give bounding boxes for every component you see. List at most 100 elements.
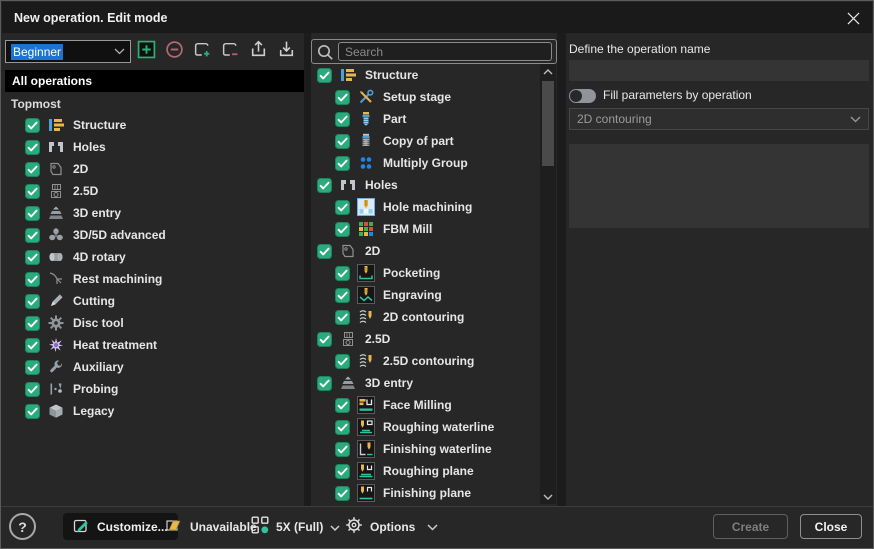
category-item-2d[interactable]: 2D [5, 158, 303, 180]
checkbox[interactable] [25, 316, 40, 331]
op-2d-icon [47, 160, 65, 178]
tree-item-fbm-mill[interactable]: FBM Mill [311, 218, 540, 240]
checkbox[interactable] [335, 112, 350, 127]
checkbox[interactable] [25, 404, 40, 419]
tree-item-3d-entry[interactable]: 3D entry [311, 372, 540, 394]
operation-name-input[interactable] [569, 60, 869, 81]
checkbox[interactable] [25, 338, 40, 353]
more-dropdown[interactable] [427, 513, 438, 540]
remove-operation-button[interactable] [163, 41, 185, 63]
checkbox[interactable] [25, 382, 40, 397]
skill-level-select[interactable]: Beginner [5, 40, 131, 63]
category-item-3d-5d-advanced[interactable]: 3D/5D advanced [5, 224, 303, 246]
category-item-auxiliary[interactable]: Auxiliary [5, 356, 303, 378]
checkbox[interactable] [317, 178, 332, 193]
legacy-icon [47, 402, 65, 420]
tree-item-multiply-group[interactable]: Multiply Group [311, 152, 540, 174]
part-icon [357, 110, 375, 128]
category-item-rest-machining[interactable]: Rest machining [5, 268, 303, 290]
operation-template-select[interactable]: 2D contouring [569, 108, 869, 130]
checkbox[interactable] [25, 140, 40, 155]
hole-machining-box [357, 198, 375, 216]
view-mode-button[interactable]: 5X (Full) [251, 513, 340, 540]
tree-item-finishing-waterline[interactable]: Finishing waterline [311, 438, 540, 460]
category-item-probing[interactable]: Probing [5, 378, 303, 400]
checkbox[interactable] [317, 68, 332, 83]
tree-item-part[interactable]: Part [311, 108, 540, 130]
search-input[interactable] [338, 42, 552, 61]
category-item-structure[interactable]: Structure [5, 114, 303, 136]
category-item-legacy[interactable]: Legacy [5, 400, 303, 422]
checkbox[interactable] [335, 134, 350, 149]
tree-item-2d[interactable]: 2D [311, 240, 540, 262]
tree-item-structure[interactable]: Structure [311, 64, 540, 86]
checkbox[interactable] [25, 272, 40, 287]
checkbox[interactable] [25, 360, 40, 375]
checkbox[interactable] [335, 442, 350, 457]
tree-item-finishing-plane[interactable]: Finishing plane [311, 482, 540, 504]
checkbox[interactable] [25, 206, 40, 221]
category-item-2-5d[interactable]: 2.5D [5, 180, 303, 202]
help-button[interactable]: ? [9, 513, 36, 540]
tree-item-engraving[interactable]: Engraving [311, 284, 540, 306]
close-icon[interactable] [846, 11, 861, 26]
scroll-up-icon[interactable] [540, 65, 556, 78]
checkbox[interactable] [335, 354, 350, 369]
tree-item-label: Holes [365, 178, 398, 192]
checkbox[interactable] [335, 266, 350, 281]
checkbox[interactable] [335, 464, 350, 479]
checkbox[interactable] [335, 398, 350, 413]
tree-item-pocketing[interactable]: Pocketing [311, 262, 540, 284]
category-item-holes[interactable]: Holes [5, 136, 303, 158]
checkbox[interactable] [335, 90, 350, 105]
category-item-disc-tool[interactable]: Disc tool [5, 312, 303, 334]
tree-item-roughing-plane[interactable]: Roughing plane [311, 460, 540, 482]
checkbox[interactable] [317, 376, 332, 391]
tree-item-holes[interactable]: Holes [311, 174, 540, 196]
category-item-cutting[interactable]: Cutting [5, 290, 303, 312]
checkbox[interactable] [25, 250, 40, 265]
category-item-heat-treatment[interactable]: Heat treatment [5, 334, 303, 356]
checkbox[interactable] [335, 200, 350, 215]
tree-item-face-milling[interactable]: Face Milling [311, 394, 540, 416]
checkbox[interactable] [25, 118, 40, 133]
tree-item-2-5d-contouring[interactable]: 2.5D contouring [311, 350, 540, 372]
customize-button[interactable]: Customize... [63, 513, 178, 540]
checkbox[interactable] [25, 162, 40, 177]
tree-item-2-5d[interactable]: 2.5D [311, 328, 540, 350]
view-mode-label: 5X (Full) [276, 520, 323, 534]
checkbox[interactable] [335, 156, 350, 171]
checkbox[interactable] [25, 228, 40, 243]
add-group-button[interactable] [191, 41, 213, 63]
add-operation-button[interactable] [135, 41, 157, 63]
tree-item-2d-contouring[interactable]: 2D contouring [311, 306, 540, 328]
tree-item-copy-of-part[interactable]: Copy of part [311, 130, 540, 152]
checkbox[interactable] [25, 294, 40, 309]
options-button[interactable]: Options [345, 513, 415, 540]
checkbox[interactable] [335, 310, 350, 325]
import-button[interactable] [275, 41, 297, 63]
contouring-icon [357, 308, 375, 326]
category-item-4d-rotary[interactable]: 4D rotary [5, 246, 303, 268]
checkbox[interactable] [335, 486, 350, 501]
close-button[interactable]: Close [800, 514, 862, 539]
checkbox[interactable] [317, 244, 332, 259]
auxiliary-icon [47, 358, 65, 376]
unavailable-toggle[interactable]: Unavailable [164, 513, 257, 540]
tree-item-hole-machining[interactable]: Hole machining [311, 196, 540, 218]
tree-scrollbar[interactable] [540, 64, 556, 504]
checkbox[interactable] [335, 288, 350, 303]
checkbox[interactable] [335, 222, 350, 237]
tree-item-roughing-waterline[interactable]: Roughing waterline [311, 416, 540, 438]
remove-group-button[interactable] [219, 41, 241, 63]
checkbox[interactable] [25, 184, 40, 199]
scrollbar-thumb[interactable] [542, 81, 554, 166]
scroll-down-icon[interactable] [540, 490, 556, 503]
checkbox[interactable] [317, 332, 332, 347]
fill-parameters-toggle[interactable] [569, 89, 596, 103]
export-button[interactable] [247, 41, 269, 63]
checkbox[interactable] [335, 420, 350, 435]
category-item-3d-entry[interactable]: 3D entry [5, 202, 303, 224]
create-button[interactable]: Create [713, 514, 788, 539]
tree-item-setup-stage[interactable]: Setup stage [311, 86, 540, 108]
